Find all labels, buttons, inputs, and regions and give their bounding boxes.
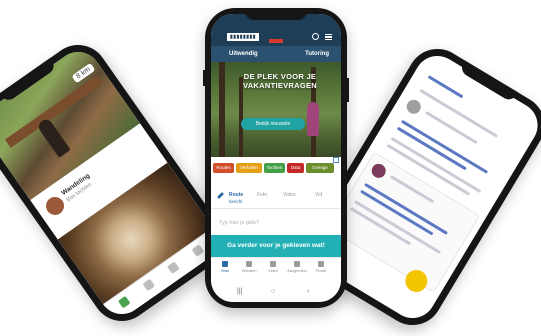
tab-video-label: Video [268,269,278,273]
notch [245,8,307,20]
chip-verhalen[interactable]: Verhalen [236,163,262,173]
tab-profiel-label: Profiel [315,269,327,273]
header-line [427,75,464,99]
hiker-shape [36,117,71,158]
tab-route-sub: bericht [229,199,243,204]
home-icon [222,261,228,267]
avatar [404,97,424,117]
tab-video[interactable]: Video [283,192,296,198]
chip-overige[interactable]: Overige [306,163,334,173]
post-input[interactable]: Typ hier je gids? [219,216,333,230]
text-line [389,174,435,204]
nav-item-right[interactable]: Tutoring [305,46,329,62]
system-nav-bar: ||| ○ ‹ [211,282,341,302]
tree-shape [219,62,225,157]
phone-left-screen: 8 km Wandeling Bos tochten [0,42,227,324]
phone-center: ▮▮▮▮▮▮▮▮ Uitwendig Tutoring DE PLEK VOOR… [203,8,349,308]
tab-start-label: Start [220,269,230,273]
power-button [347,78,349,102]
tab-vid[interactable]: Vid [315,192,322,198]
phone-center-screen: ▮▮▮▮▮▮▮▮ Uitwendig Tutoring DE PLEK VOOR… [211,14,341,302]
chip-tochten[interactable]: Tochten [264,163,285,173]
home-button-icon[interactable]: ○ [271,288,275,295]
tab-aangemeld-label: Aangemeld [287,269,307,273]
hero-banner: DE PLEK VOOR JE VAKANTIEVRAGEN Bekijk ni… [211,62,341,157]
tab-route[interactable]: Route [229,192,243,198]
menu-icon[interactable] [325,34,332,40]
post-type-tabs: Route bericht Foto Video Vid [211,186,341,209]
logo-tag [269,39,283,43]
tab-aangemeld[interactable]: Aangemeld [287,261,307,273]
hero-button[interactable]: Bekijk nieuwste [241,118,305,130]
tab-profiel[interactable]: Profiel [311,261,331,273]
book-icon [246,261,252,267]
text-line [353,199,442,255]
comment-card[interactable] [327,151,481,293]
hiker-shape [307,102,319,136]
chip-routes[interactable]: Routes [213,163,234,173]
video-icon [270,261,276,267]
home-icon[interactable] [117,295,131,309]
top-nav: Uitwendig Tutoring [211,46,341,62]
recent-apps-icon[interactable]: ||| [237,288,242,295]
list-icon[interactable] [142,278,156,292]
nav-item-left[interactable]: Uitwendig [229,46,258,62]
tab-video-nav[interactable]: Video [263,261,283,273]
tab-verhalen-label: Verhalen [241,269,257,273]
tab-start[interactable]: Start [215,261,235,273]
user-icon [318,261,324,267]
app-logo[interactable]: ▮▮▮▮▮▮▮▮ [227,33,260,41]
back-icon[interactable]: ‹ [307,288,309,295]
avatar [369,161,389,181]
pencil-icon [217,192,224,199]
user-icon[interactable] [191,244,205,257]
hero-title: DE PLEK VOOR JE VAKANTIEVRAGEN [242,72,318,90]
link-line[interactable] [364,182,448,235]
tab-verhalen[interactable]: Verhalen [239,261,259,273]
text-line [349,206,412,246]
play-icon [294,261,300,267]
chip-data[interactable]: Data [287,163,304,173]
post-title-line[interactable] [400,119,489,174]
phone-left: 8 km Wandeling Bos tochten [0,33,236,333]
category-chips: Routes Verhalen Tochten Data Overige [213,163,341,175]
tab-foto[interactable]: Foto [257,192,267,198]
camera-icon[interactable] [167,261,180,275]
search-icon[interactable] [312,33,319,40]
volume-button [203,70,205,86]
cta-button[interactable]: Ga verder voor je gekleven wat! [211,235,341,257]
bottom-tab-bar: Start Verhalen Video Aangemeld Profiel [211,257,341,282]
